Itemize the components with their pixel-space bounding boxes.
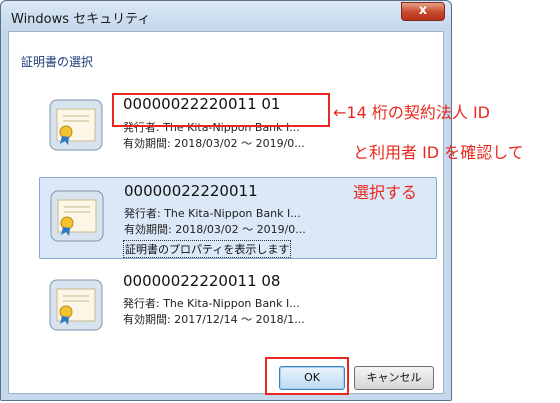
annotation-line-1: ←14 桁の契約法人 ID <box>333 103 490 122</box>
certificate-icon <box>49 99 103 151</box>
certificate-validity: 有効期間: 2018/03/02 ～ 2019/0... <box>123 137 305 150</box>
close-button[interactable]: x <box>401 2 445 21</box>
certificate-icon <box>49 279 103 331</box>
certificate-item[interactable]: 00000022220011 08 発行者: The Kita-Nippon B… <box>39 267 437 349</box>
certificate-icon <box>50 190 104 242</box>
certificate-name: 00000022220011 <box>124 182 258 200</box>
title-bar[interactable]: Windows セキュリティ x <box>1 1 451 31</box>
annotation-line-3: 選択する <box>353 183 418 202</box>
certificate-id-highlight-box <box>112 93 330 127</box>
close-icon: x <box>418 3 428 18</box>
certificate-issuer: 発行者: The Kita-Nippon Bank I... <box>124 207 301 220</box>
certificate-issuer: 発行者: The Kita-Nippon Bank I... <box>123 297 300 310</box>
annotation-line-2: と利用者 ID を確認して <box>353 143 524 162</box>
dialog-header: 証明書の選択 <box>21 55 94 69</box>
cancel-button[interactable]: キャンセル <box>354 366 434 390</box>
window-title: Windows セキュリティ <box>11 12 151 27</box>
view-certificate-properties-link[interactable]: 証明書のプロパティを表示します <box>123 240 292 258</box>
dialog-content: 証明書の選択 00000022220011 01 発行者: The Kita-N… <box>8 31 444 394</box>
ok-button-highlight-box <box>265 357 349 395</box>
certificate-name: 00000022220011 08 <box>123 272 281 290</box>
certificate-validity: 有効期間: 2018/03/02 ～ 2019/0... <box>124 223 306 236</box>
certificate-validity: 有効期間: 2017/12/14 ～ 2018/1... <box>123 313 305 326</box>
